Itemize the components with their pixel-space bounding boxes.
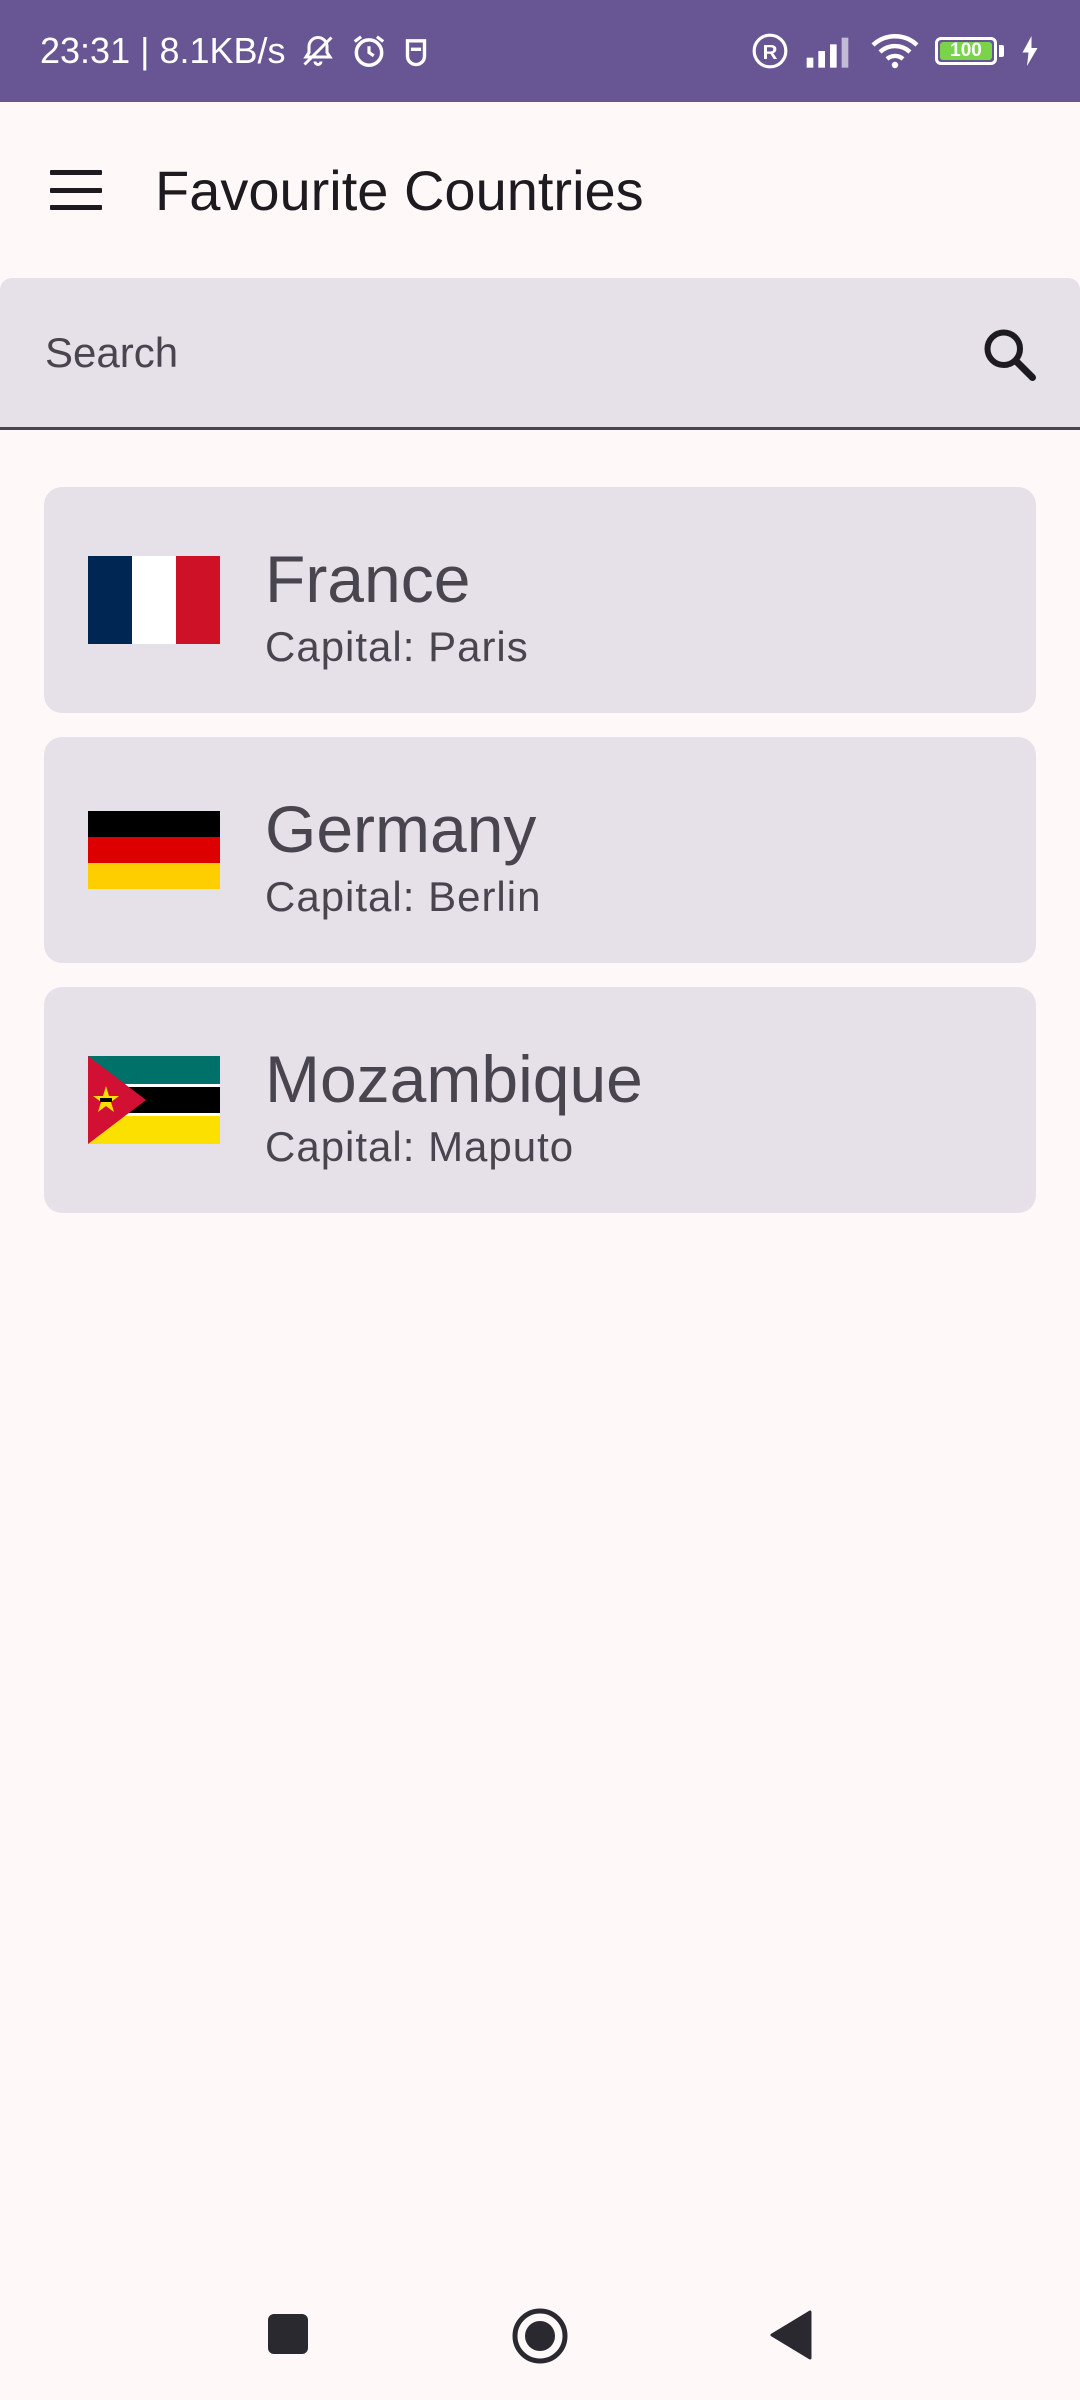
battery-icon: 100 [935, 37, 997, 65]
search-bar[interactable] [0, 278, 1080, 430]
home-button[interactable] [510, 2306, 570, 2366]
battery-tip [999, 45, 1004, 57]
page-title: Favourite Countries [155, 159, 644, 222]
search-input[interactable] [45, 328, 945, 378]
mozambique-flag [88, 1056, 220, 1144]
navigation-bar [0, 2268, 1080, 2400]
app-bar: Favourite Countries [0, 102, 1080, 276]
germany-flag [88, 811, 220, 889]
charging-icon [1020, 36, 1040, 66]
search-icon[interactable] [980, 325, 1040, 385]
signal-icon [805, 34, 855, 68]
status-right: R 100 [751, 32, 1040, 70]
status-time-speed: 23:31 | 8.1KB/s [40, 30, 286, 71]
country-capital: Capital: Paris [265, 623, 529, 670]
alarm-icon [350, 32, 388, 70]
status-left: 23:31 | 8.1KB/s [40, 30, 430, 72]
recents-button[interactable] [266, 2312, 310, 2356]
country-name: Germany [265, 792, 537, 866]
notification-icon [402, 34, 430, 68]
wifi-icon [871, 33, 919, 69]
registered-icon: R [751, 32, 789, 70]
back-button[interactable] [768, 2310, 814, 2360]
svg-text:R: R [763, 41, 778, 64]
country-capital: Capital: Berlin [265, 873, 542, 920]
country-name: Mozambique [265, 1042, 643, 1116]
status-bar: 23:31 | 8.1KB/s R 100 [0, 0, 1080, 102]
battery-level: 100 [950, 40, 982, 61]
mute-bell-icon [300, 32, 336, 70]
country-name: France [265, 542, 471, 616]
screen: 23:31 | 8.1KB/s R 100 Favourite Countrie… [0, 0, 1080, 2400]
country-card-france[interactable]: France Capital: Paris [44, 487, 1036, 713]
country-card-germany[interactable]: Germany Capital: Berlin [44, 737, 1036, 963]
country-card-mozambique[interactable]: Mozambique Capital: Maputo [44, 987, 1036, 1213]
france-flag [88, 556, 220, 644]
menu-icon[interactable] [50, 170, 102, 210]
country-capital: Capital: Maputo [265, 1123, 575, 1170]
